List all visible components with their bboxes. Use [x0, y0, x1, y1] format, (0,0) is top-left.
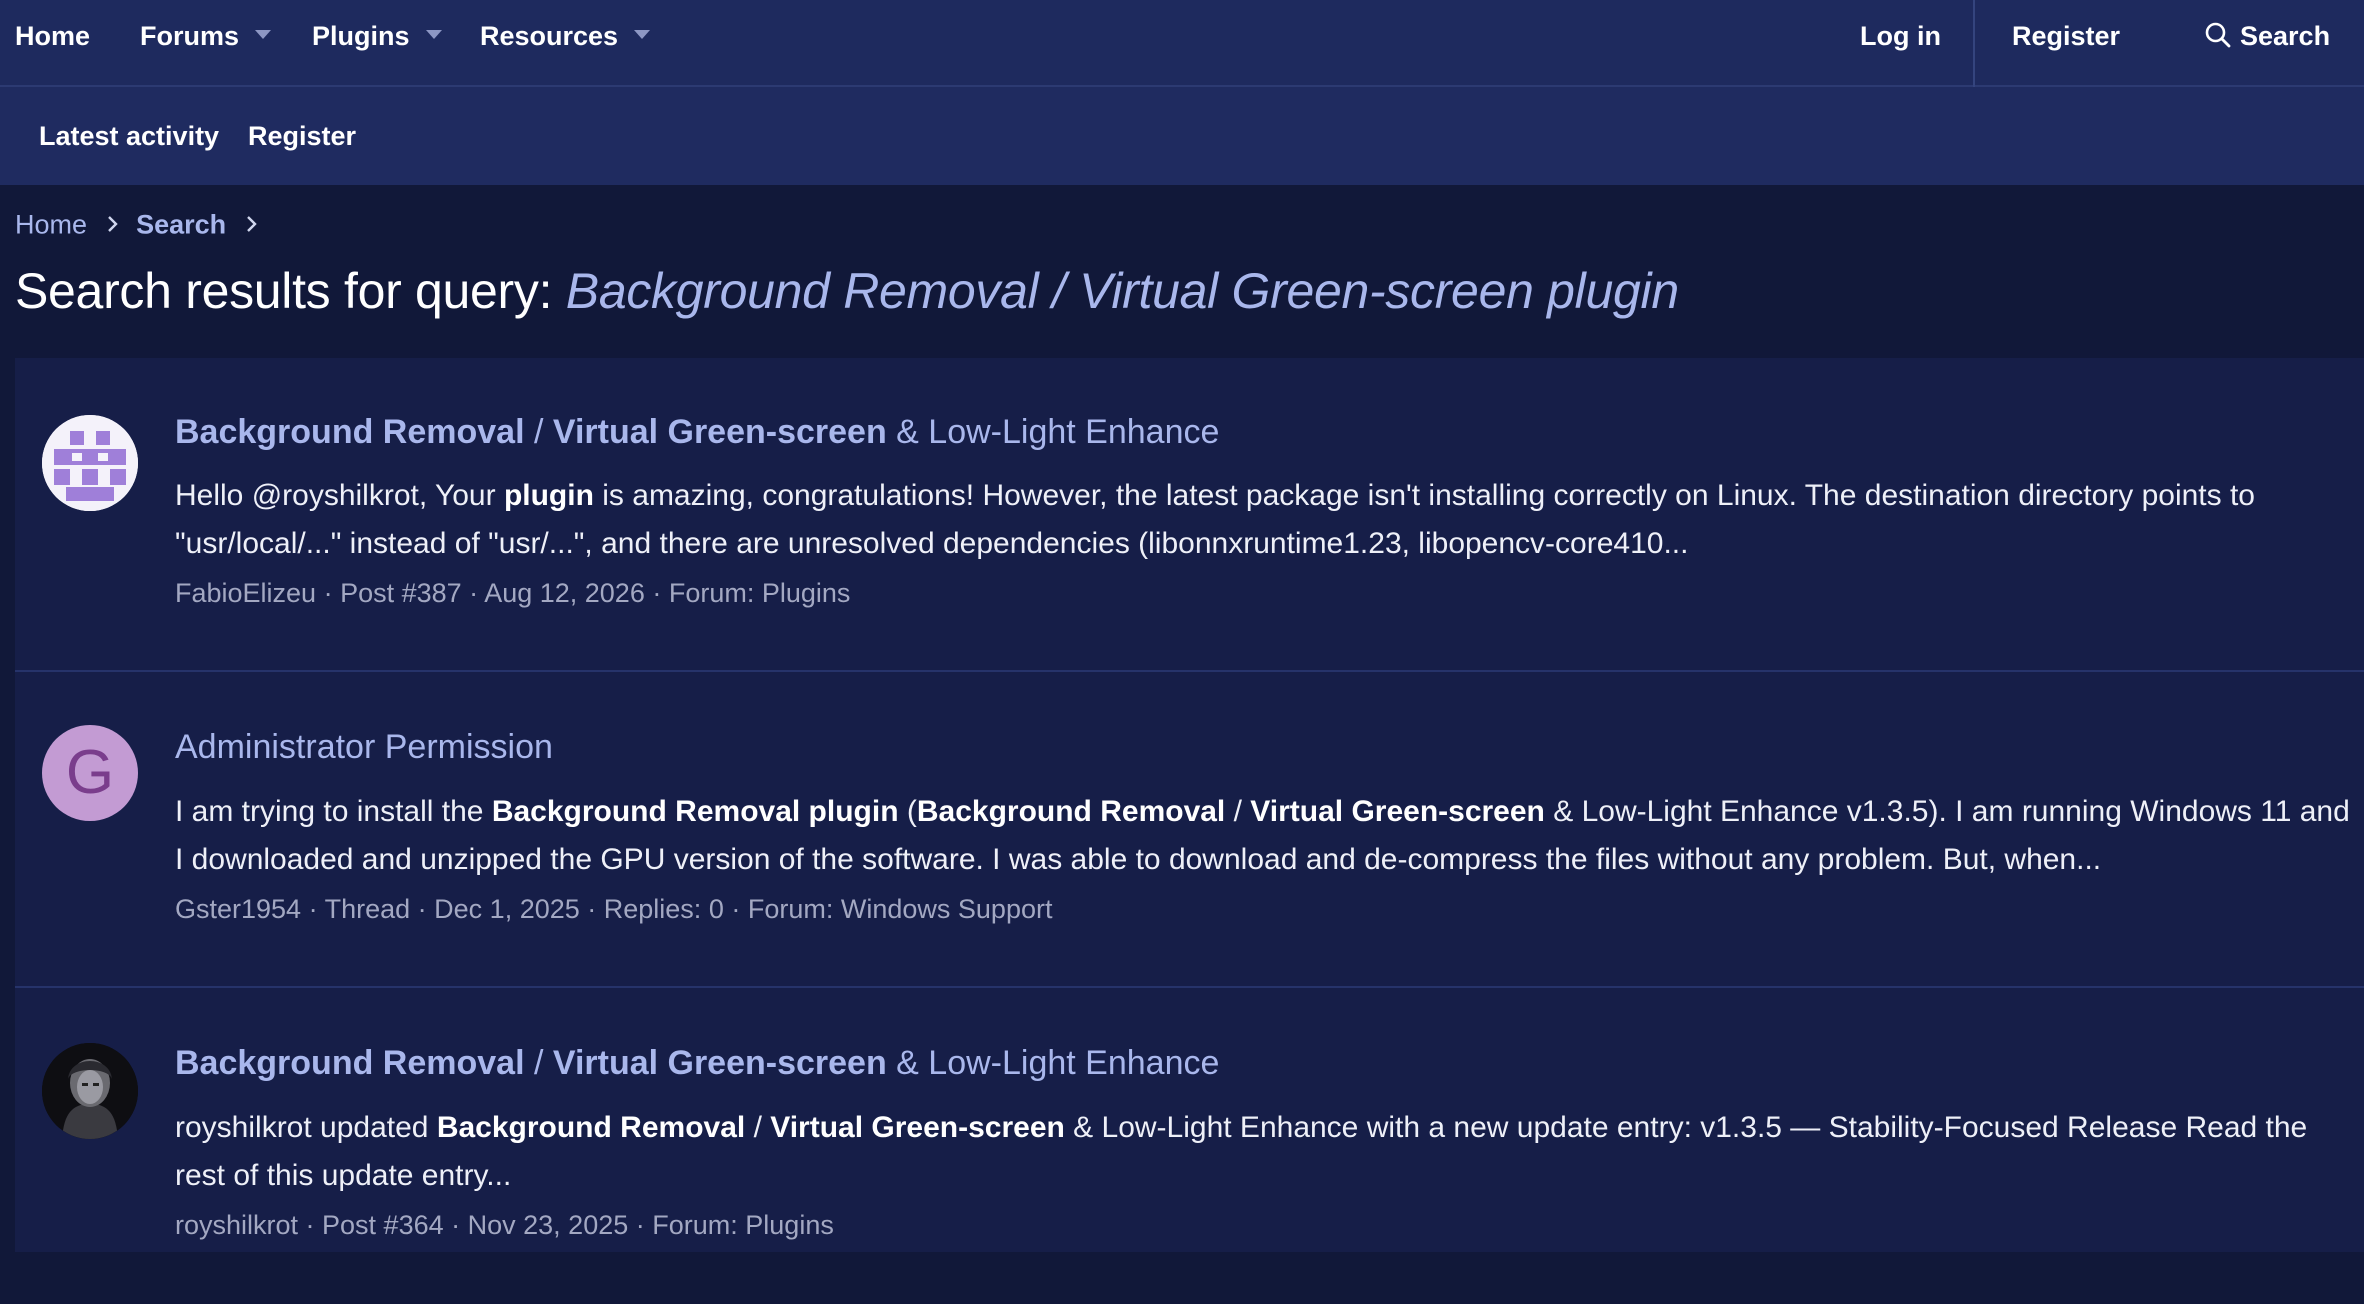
result-item: Background Removal / Virtual Green-scree…	[15, 990, 2364, 1304]
breadcrumb: Home Search	[15, 208, 268, 248]
profile-photo-icon	[42, 1043, 138, 1139]
forum-label: Forum:	[652, 1210, 738, 1240]
result-title[interactable]: Background Removal / Virtual Green-scree…	[175, 1044, 1219, 1083]
search-query: Background Removal / Virtual Green-scree…	[565, 263, 1679, 319]
breadcrumb-search[interactable]: Search	[136, 209, 226, 239]
nav-divider	[1973, 0, 1975, 87]
title-highlight: Virtual Green-screen	[552, 1044, 887, 1082]
author-link[interactable]: FabioElizeu	[175, 578, 316, 608]
avatar-letter: G	[65, 738, 115, 807]
avatar[interactable]: G	[42, 725, 138, 821]
post-number[interactable]: Post #387	[340, 578, 462, 608]
top-navigation: Home Forums Plugins Resources Log in Reg…	[0, 0, 2364, 87]
snippet-text: (	[898, 795, 917, 828]
chevron-right-icon	[246, 216, 257, 232]
snippet-text: royshilkrot updated	[175, 1111, 437, 1144]
forum-link[interactable]: Plugins	[745, 1210, 834, 1240]
chevron-down-icon[interactable]	[425, 30, 442, 40]
title-highlight: Background Removal	[175, 413, 525, 451]
nav-forums[interactable]: Forums	[140, 0, 272, 72]
page-title-prefix: Search results for query:	[15, 263, 553, 319]
page-title: Search results for query: Background Rem…	[15, 262, 1679, 332]
post-date: Nov 23, 2025	[467, 1210, 629, 1240]
result-meta: Gster1954 · Thread · Dec 1, 2025 · Repli…	[175, 894, 1053, 924]
chevron-right-icon	[107, 216, 118, 232]
nav-resources[interactable]: Resources	[480, 0, 651, 72]
post-number[interactable]: Post #364	[322, 1210, 444, 1240]
title-text: & Low-Light Enhance	[886, 413, 1220, 451]
snippet-highlight: Background Removal	[436, 1111, 746, 1144]
snippet-highlight: plugin	[503, 479, 594, 512]
title-highlight: Background Removal	[175, 1044, 525, 1082]
snippet-highlight: Virtual Green-screen	[1250, 795, 1545, 828]
breadcrumb-home[interactable]: Home	[15, 209, 87, 239]
login-link[interactable]: Log in	[1860, 0, 1941, 72]
result-meta: FabioElizeu · Post #387 · Aug 12, 2026 ·…	[175, 578, 851, 608]
post-date: Aug 12, 2026	[484, 578, 645, 608]
nav-forums-label: Forums	[140, 21, 240, 51]
latest-activity-link[interactable]: Latest activity	[39, 87, 219, 185]
result-item: G Administrator Permission I am trying t…	[15, 674, 2364, 988]
reply-count: Replies: 0	[603, 894, 724, 924]
chevron-down-icon[interactable]	[255, 30, 272, 40]
result-snippet: Hello @royshilkrot, Your plugin is amazi…	[175, 472, 2355, 568]
result-title[interactable]: Background Removal / Virtual Green-scree…	[175, 413, 1219, 452]
title-highlight: Virtual Green-screen	[552, 413, 887, 451]
search-results: Background Removal / Virtual Green-scree…	[15, 358, 2364, 1252]
snippet-text: /	[745, 1111, 771, 1144]
avatar[interactable]	[42, 1043, 138, 1139]
result-item: Background Removal / Virtual Green-scree…	[15, 358, 2364, 672]
nav-plugins[interactable]: Plugins	[312, 0, 442, 72]
forum-label: Forum:	[747, 894, 834, 924]
forum-label: Forum:	[668, 578, 755, 608]
author-link[interactable]: royshilkrot	[175, 1210, 298, 1240]
search-link-label: Search	[2240, 21, 2331, 51]
snippet-highlight: Background Removal	[916, 795, 1226, 828]
search-link[interactable]: Search	[2204, 0, 2330, 72]
register-link[interactable]: Register	[2012, 0, 2120, 72]
snippet-highlight: Background Removal plugin	[491, 795, 899, 828]
snippet-highlight: Virtual Green-screen	[770, 1111, 1065, 1144]
title-text: & Low-Light Enhance	[886, 1044, 1220, 1082]
avatar[interactable]	[42, 415, 138, 511]
post-type: Thread	[324, 894, 411, 924]
sub-navigation: Latest activity Register	[0, 87, 2364, 185]
forum-link[interactable]: Windows Support	[841, 894, 1053, 924]
nav-home[interactable]: Home	[15, 0, 90, 72]
result-snippet: I am trying to install the Background Re…	[175, 788, 2355, 884]
snippet-text: /	[1225, 795, 1251, 828]
result-title[interactable]: Administrator Permission	[175, 728, 553, 767]
identicon-avatar-icon	[42, 415, 138, 511]
snippet-text: Hello @royshilkrot, Your	[175, 479, 504, 512]
author-link[interactable]: Gster1954	[175, 894, 301, 924]
snippet-text: I am trying to install the	[175, 795, 492, 828]
result-snippet: royshilkrot updated Background Removal /…	[175, 1104, 2355, 1200]
subnav-register-link[interactable]: Register	[248, 87, 356, 185]
forum-link[interactable]: Plugins	[762, 578, 851, 608]
title-text: Administrator Permission	[175, 728, 553, 766]
nav-plugins-label: Plugins	[312, 21, 410, 51]
result-meta: royshilkrot · Post #364 · Nov 23, 2025 ·…	[175, 1210, 834, 1240]
chevron-down-icon[interactable]	[634, 30, 651, 40]
nav-resources-label: Resources	[480, 21, 619, 51]
post-date: Dec 1, 2025	[434, 894, 580, 924]
title-text: /	[524, 1044, 553, 1082]
search-icon	[2205, 22, 2231, 48]
title-text: /	[524, 413, 553, 451]
